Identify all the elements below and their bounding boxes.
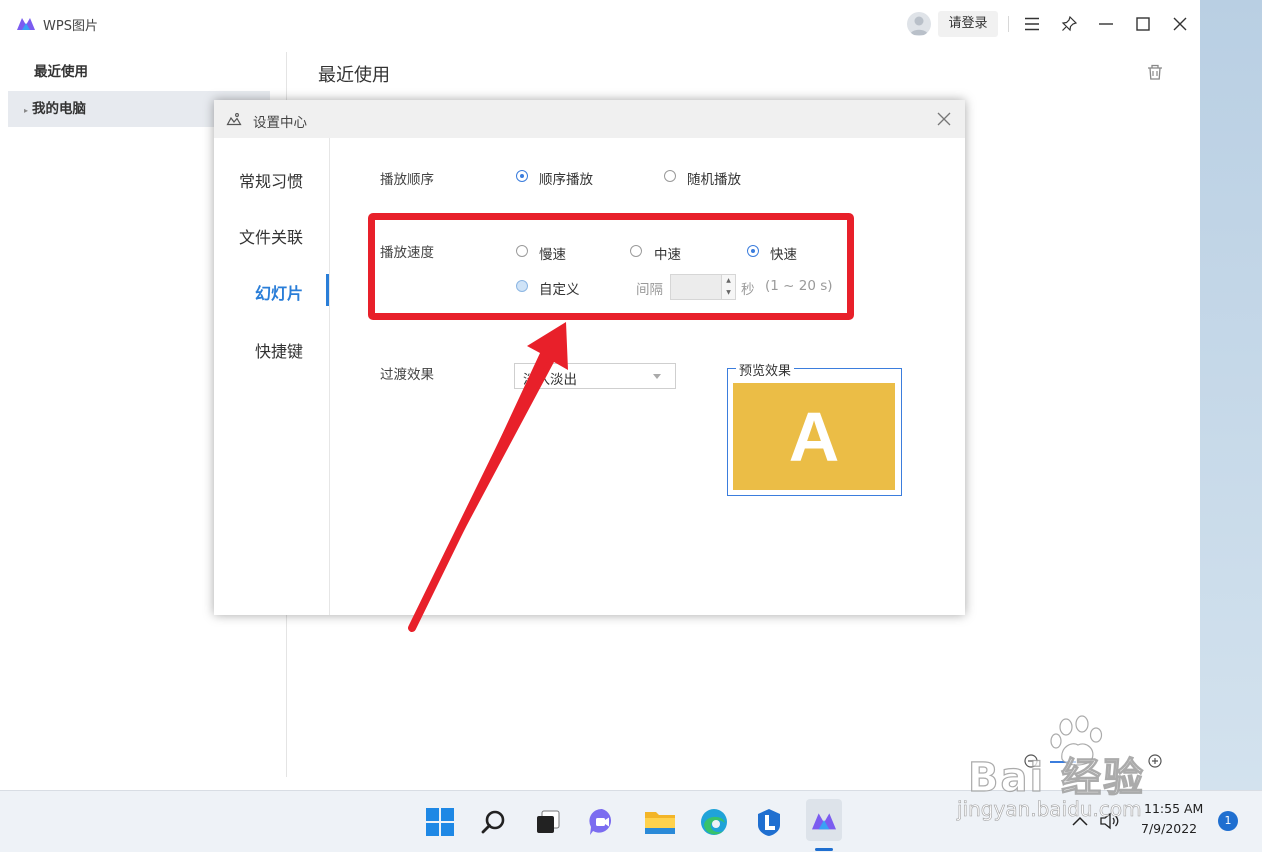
radio-sequential-label[interactable]: 顺序播放 bbox=[539, 168, 593, 188]
pin-icon bbox=[1061, 16, 1077, 32]
radio-random-label[interactable]: 随机播放 bbox=[687, 168, 741, 188]
wps-picture-logo-icon bbox=[17, 18, 35, 30]
search-button[interactable] bbox=[477, 805, 511, 839]
settings-nav: 常规习惯 文件关联 幻灯片 快捷键 bbox=[214, 138, 330, 615]
wps-picture-logo-icon bbox=[812, 813, 836, 830]
transition-label: 过渡效果 bbox=[380, 367, 434, 383]
login-button[interactable]: 请登录 bbox=[938, 11, 998, 37]
folder-icon bbox=[645, 812, 675, 834]
tab-slideshow[interactable]: 幻灯片 bbox=[255, 280, 303, 304]
lark-app-button[interactable] bbox=[752, 805, 786, 839]
expand-caret-icon[interactable]: ▸ bbox=[24, 106, 28, 115]
user-icon bbox=[910, 16, 928, 35]
hamburger-icon bbox=[1025, 17, 1039, 31]
edge-icon bbox=[701, 809, 727, 835]
chat-icon bbox=[589, 808, 612, 835]
desktop-background bbox=[1200, 0, 1262, 790]
radio-sequential[interactable] bbox=[516, 170, 528, 182]
file-explorer-button[interactable] bbox=[643, 805, 677, 839]
preview-group: 预览效果 A bbox=[727, 360, 902, 496]
dialog-header: 设置中心 bbox=[214, 100, 965, 138]
close-icon[interactable] bbox=[936, 111, 952, 127]
l-app-icon bbox=[758, 809, 780, 836]
annotation-highlight-box bbox=[368, 213, 854, 320]
transition-value: 淡入淡出 bbox=[523, 372, 577, 388]
menu-button[interactable] bbox=[1020, 12, 1044, 36]
minimize-button[interactable] bbox=[1094, 12, 1118, 36]
task-view-icon bbox=[537, 810, 560, 833]
search-icon bbox=[481, 810, 505, 834]
radio-random[interactable] bbox=[664, 170, 676, 182]
close-window-button[interactable] bbox=[1168, 12, 1192, 36]
watermark-url: jingyan.baidu.com bbox=[957, 797, 1142, 822]
title-bar: WPS图片 请登录 bbox=[0, 0, 1200, 46]
pin-button[interactable] bbox=[1057, 12, 1081, 36]
avatar[interactable] bbox=[907, 12, 931, 36]
dialog-title: 设置中心 bbox=[253, 115, 307, 131]
transition-select[interactable]: 淡入淡出 bbox=[514, 363, 676, 389]
wps-picture-taskbar-button[interactable] bbox=[806, 799, 842, 841]
tab-file-association[interactable]: 文件关联 bbox=[239, 224, 303, 248]
sidebar-item-recent[interactable]: 最近使用 bbox=[8, 54, 270, 90]
chevron-down-icon bbox=[653, 374, 661, 379]
preview-label: 预览效果 bbox=[736, 360, 795, 379]
maximize-icon bbox=[1136, 17, 1150, 31]
preview-image: A bbox=[733, 383, 895, 490]
start-button[interactable] bbox=[423, 805, 457, 839]
picture-icon bbox=[226, 113, 242, 126]
edge-browser-button[interactable] bbox=[697, 805, 731, 839]
close-icon bbox=[1173, 17, 1187, 31]
settings-dialog: 设置中心 常规习惯 文件关联 幻灯片 快捷键 播放顺序 顺序播放 随机播放 播放… bbox=[214, 100, 965, 615]
minimize-icon bbox=[1099, 23, 1113, 25]
watermark-logo-text: Bai 经验 bbox=[967, 754, 1146, 801]
tab-shortcuts[interactable]: 快捷键 bbox=[255, 338, 303, 362]
trash-icon[interactable] bbox=[1145, 62, 1165, 82]
active-tab-indicator bbox=[326, 274, 329, 306]
maximize-button[interactable] bbox=[1131, 12, 1155, 36]
page-title: 最近使用 bbox=[318, 65, 390, 86]
teams-chat-button[interactable] bbox=[585, 805, 619, 839]
baidu-watermark: Bai 经验 jingyan.baidu.com bbox=[957, 715, 1198, 825]
preview-letter: A bbox=[788, 397, 840, 476]
tab-general[interactable]: 常规习惯 bbox=[239, 168, 303, 192]
task-view-button[interactable] bbox=[531, 805, 565, 839]
windows-logo-icon bbox=[426, 808, 454, 836]
notification-badge[interactable]: 1 bbox=[1218, 811, 1238, 831]
play-order-label: 播放顺序 bbox=[380, 172, 434, 188]
app-title: WPS图片 bbox=[43, 19, 98, 34]
toolbar-divider bbox=[1008, 16, 1009, 32]
